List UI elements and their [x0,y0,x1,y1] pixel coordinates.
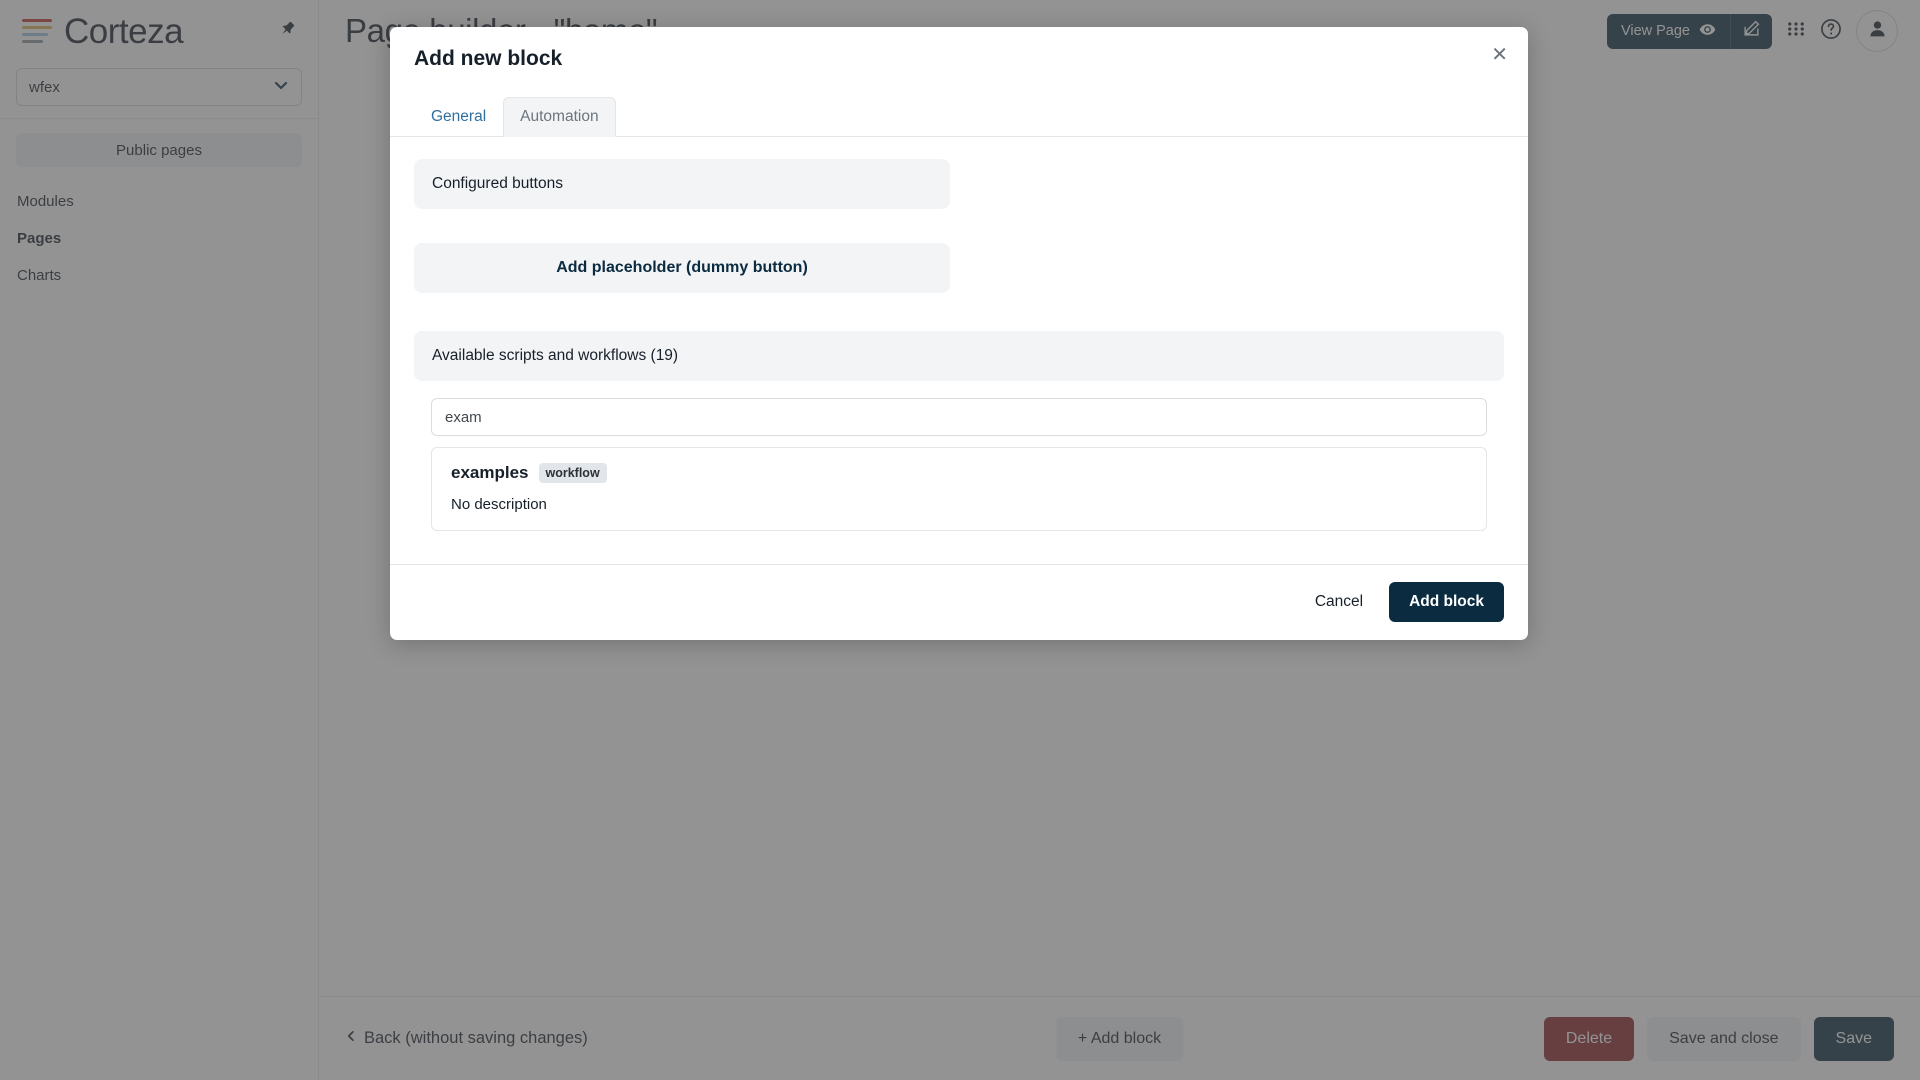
tab-label: Automation [520,108,599,125]
tab-general[interactable]: General [414,97,503,137]
result-description: No description [451,496,547,513]
configured-buttons-label: Configured buttons [432,175,563,192]
app-root: Corteza wfex Public pages [0,0,1920,1080]
available-scripts-header: Available scripts and workflows (19) [414,331,1504,381]
configured-buttons-panel: Configured buttons [414,159,950,209]
modal-footer: Cancel Add block [390,564,1528,640]
modal-body: Configured buttons Add placeholder (dumm… [390,137,1528,531]
modal-title: Add new block [414,47,563,70]
cancel-label: Cancel [1314,593,1364,610]
tab-automation[interactable]: Automation [503,97,616,137]
status-badge: workflow [538,463,607,483]
search-results-list: examples workflow No description [414,436,1504,531]
result-title-row: examples workflow [451,463,1467,483]
add-new-block-modal: Add new block ✕ General Automation Confi… [390,27,1528,640]
search-input[interactable] [431,398,1487,436]
add-block-confirm-label: Add block [1409,593,1484,610]
modal-header: Add new block ✕ [390,27,1528,71]
add-block-confirm-button[interactable]: Add block [1389,582,1504,622]
search-wrap [414,381,1504,436]
add-placeholder-label: Add placeholder (dummy button) [556,259,808,276]
modal-tabs: General Automation [390,97,1528,137]
close-icon[interactable]: ✕ [1491,45,1508,65]
available-scripts-label: Available scripts and workflows (19) [432,347,679,364]
tab-label: General [431,108,487,125]
cancel-button[interactable]: Cancel [1297,584,1381,620]
result-name: examples [451,463,529,482]
add-placeholder-button[interactable]: Add placeholder (dummy button) [414,243,950,293]
list-item[interactable]: examples workflow No description [431,447,1487,531]
